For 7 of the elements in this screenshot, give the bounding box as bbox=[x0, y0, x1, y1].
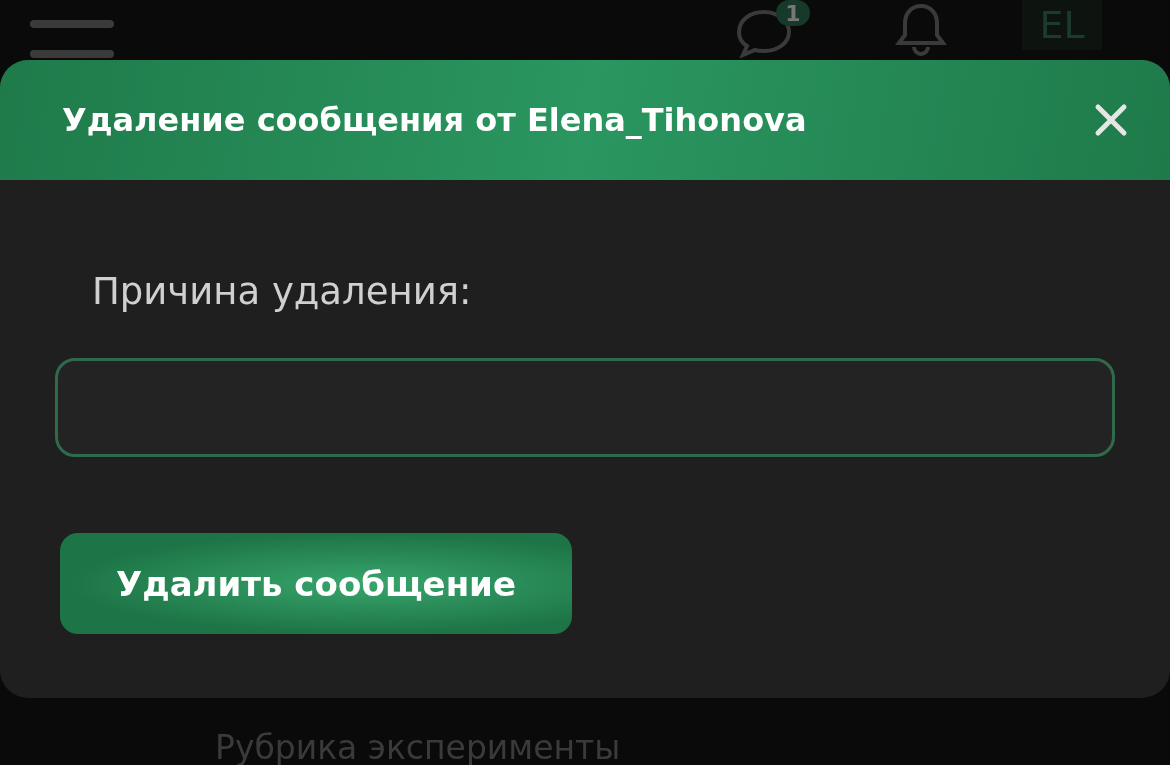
close-icon[interactable] bbox=[1094, 103, 1128, 137]
menu-icon[interactable] bbox=[30, 18, 114, 60]
reason-input-field[interactable] bbox=[55, 358, 1115, 457]
delete-message-button[interactable]: Удалить сообщение bbox=[60, 533, 572, 634]
field-label: Причина удаления: bbox=[92, 270, 473, 313]
unread-badge: 1 bbox=[776, 0, 810, 26]
dialog-title: Удаление сообщения от Elena_Tihonova bbox=[62, 101, 807, 139]
